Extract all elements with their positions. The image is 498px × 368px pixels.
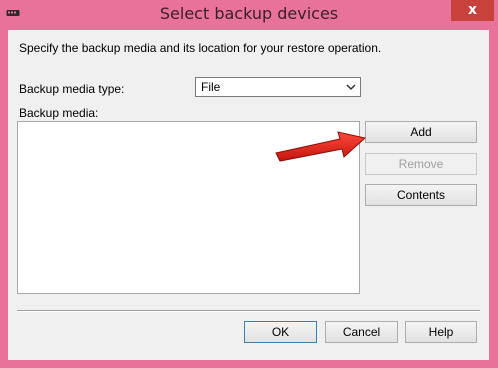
backup-media-type-value: File xyxy=(201,80,221,94)
backup-media-label: Backup media: xyxy=(19,106,99,120)
contents-button[interactable]: Contents xyxy=(365,184,477,206)
instruction-text: Specify the backup media and its locatio… xyxy=(19,41,382,55)
red-arrow-annotation xyxy=(275,131,367,162)
help-button[interactable]: Help xyxy=(405,321,477,343)
backup-media-type-dropdown[interactable]: File xyxy=(195,77,361,97)
add-button[interactable]: Add xyxy=(365,121,477,143)
separator xyxy=(17,310,480,312)
dialog-body: Specify the backup media and its locatio… xyxy=(8,30,489,360)
dialog-window: Select backup devices x Specify the back… xyxy=(0,0,498,368)
backup-media-type-label: Backup media type: xyxy=(19,82,125,96)
remove-button: Remove xyxy=(365,153,477,175)
close-button[interactable]: x xyxy=(451,0,494,21)
title-bar[interactable]: Select backup devices x xyxy=(0,0,498,30)
ok-button[interactable]: OK xyxy=(244,321,317,343)
cancel-button[interactable]: Cancel xyxy=(325,321,398,343)
close-icon: x xyxy=(467,2,478,18)
window-title: Select backup devices xyxy=(159,4,339,23)
chevron-down-icon xyxy=(346,84,356,91)
